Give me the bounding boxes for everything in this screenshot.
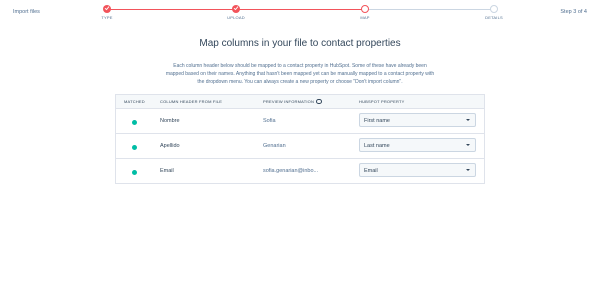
property-select[interactable]: Email [359, 163, 476, 177]
step-type-marker [103, 5, 111, 13]
property-select[interactable]: First name [359, 113, 476, 127]
step-counter: Step 3 of 4 [560, 9, 587, 15]
step-upload-label: UPLOAD [227, 15, 245, 20]
caret-down-icon [466, 119, 470, 121]
step-map-marker [361, 5, 369, 13]
table-row: Nombre Sofia First name [116, 109, 484, 134]
page-title: Map columns in your file to contact prop… [199, 38, 401, 49]
property-select-value: First name [364, 117, 390, 124]
matched-indicator [132, 120, 137, 125]
header-column-from-file: COLUMN HEADER FROM FILE [160, 99, 223, 104]
header-matched: MATCHED [124, 99, 145, 104]
property-select-value: Email [364, 167, 378, 174]
check-icon [233, 6, 239, 11]
column-header-cell: Nombre [160, 118, 180, 124]
import-files-link[interactable]: Import files [13, 9, 40, 15]
step-type-label: TYPE [101, 15, 113, 20]
preview-cell: Genarian [263, 143, 286, 149]
info-icon[interactable] [316, 98, 322, 105]
check-icon [104, 6, 110, 11]
step-map-label: MAP [360, 15, 370, 20]
table-header: MATCHED COLUMN HEADER FROM FILE PREVIEW … [116, 95, 484, 109]
caret-down-icon [466, 169, 470, 171]
header-preview-label: PREVIEW INFORMATION [263, 99, 315, 104]
preview-cell: sofia.genarian@inbo... [263, 168, 319, 174]
header-preview-information: PREVIEW INFORMATION [263, 98, 322, 105]
mapping-table: MATCHED COLUMN HEADER FROM FILE PREVIEW … [115, 94, 485, 184]
preview-cell: Sofia [263, 118, 276, 124]
matched-indicator [132, 170, 137, 175]
property-select-value: Last name [364, 142, 390, 149]
column-header-cell: Email [160, 168, 174, 174]
import-header: Import files TYPE UPLOAD MAP DETAILS Ste… [0, 0, 600, 26]
step-upload-marker [232, 5, 240, 13]
header-hubspot-property: HUBSPOT PROPERTY [359, 99, 405, 104]
property-select[interactable]: Last name [359, 138, 476, 152]
column-header-cell: Apellido [160, 143, 180, 149]
step-details-marker [490, 5, 498, 13]
caret-down-icon [466, 144, 470, 146]
step-details-label: DETAILS [485, 15, 503, 20]
page-description: Each column header below should be mappe… [165, 63, 435, 85]
matched-indicator [132, 145, 137, 150]
table-row: Email sofia.genarian@inbo... Email [116, 159, 484, 183]
table-row: Apellido Genarian Last name [116, 134, 484, 159]
stepper-track-pending [365, 9, 494, 10]
